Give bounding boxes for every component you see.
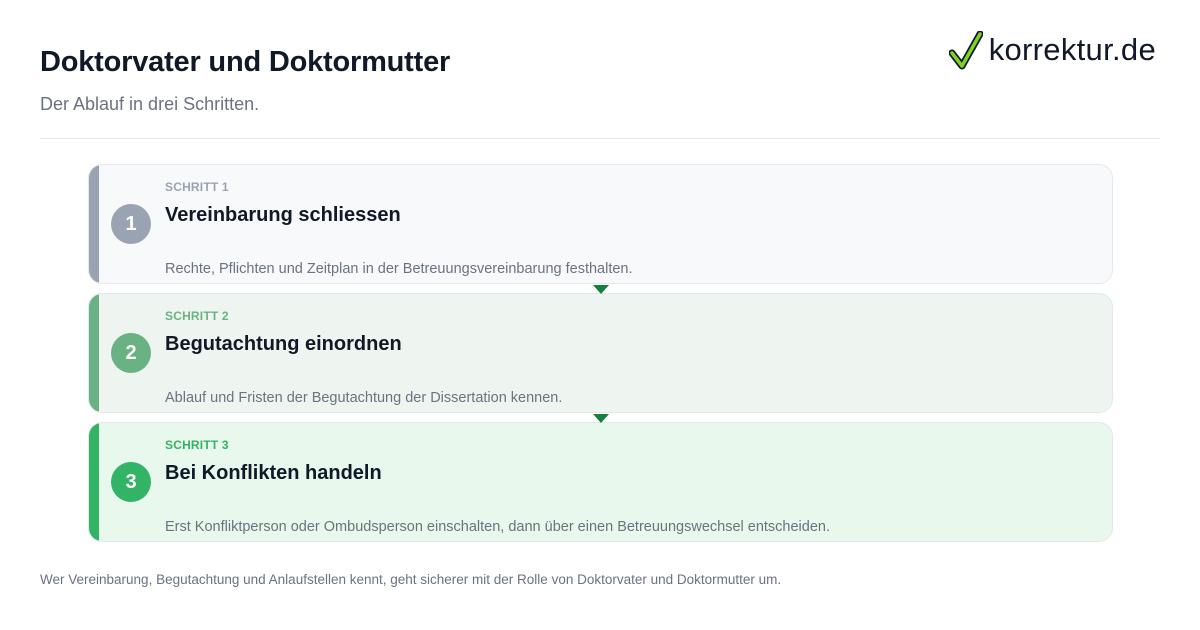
header: Doktorvater und Doktormutter Der Ablauf … [40,0,1160,139]
step-accent-bar [89,423,99,541]
step-number-badge: 3 [111,462,151,502]
step-description: Ablauf und Fristen der Begutachtung der … [165,390,563,406]
page-subtitle: Der Ablauf in drei Schritten. [40,94,260,114]
step-heading: Vereinbarung schliessen [165,204,401,226]
step-card: 2 SCHRITT 2 Begutachtung einordnen Ablau… [88,293,1113,413]
logo[interactable]: korrektur.de [948,30,1156,72]
step-kicker: SCHRITT 3 [165,438,229,452]
step-description: Rechte, Pflichten und Zeitplan in der Be… [165,261,633,277]
step-accent-bar [89,294,99,412]
footnote: Wer Vereinbarung, Begutachtung und Anlau… [40,572,782,587]
step-card: 3 SCHRITT 3 Bei Konflikten handeln Erst … [88,422,1113,542]
step-number-badge: 1 [111,204,151,244]
step-description: Erst Konfliktperson oder Ombudsperson ei… [165,519,830,535]
step-card: 1 SCHRITT 1 Vereinbarung schliessen Rech… [88,164,1113,284]
step-heading: Begutachtung einordnen [165,333,402,355]
step-connector-arrow [593,285,609,294]
step-number-badge: 2 [111,333,151,373]
step-connector-arrow [593,414,609,423]
page-title: Doktorvater und Doktormutter [40,46,451,78]
checkmark-icon [948,31,983,70]
step-heading: Bei Konflikten handeln [165,462,382,484]
step-accent-bar [89,165,99,283]
step-kicker: SCHRITT 1 [165,180,229,194]
logo-text: korrektur.de [988,31,1156,67]
step-kicker: SCHRITT 2 [165,309,229,323]
